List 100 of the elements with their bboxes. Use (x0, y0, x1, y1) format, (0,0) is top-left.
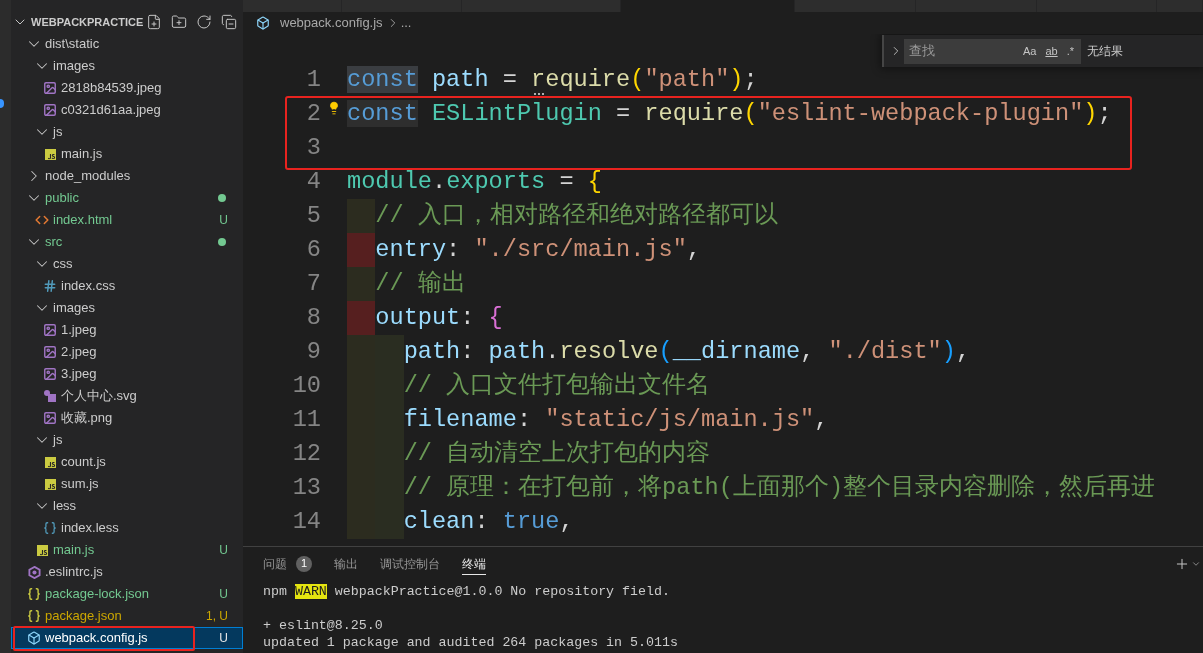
code-text: // 入口文件打包输出文件名 (403, 371, 711, 402)
image-file-icon (43, 81, 57, 95)
line-number: 7 (305, 269, 321, 300)
file-item[interactable]: 3.jpeg (11, 363, 243, 385)
whole-word-toggle[interactable]: ab (1041, 41, 1062, 61)
new-folder-icon[interactable] (171, 14, 187, 30)
terminal-line: updated 1 package and audited 264 packages in 5.011s (263, 634, 678, 651)
find-result-text: 无结果 (1087, 43, 1123, 60)
explorer-section-title: WEBPACKPRACTICE (31, 14, 144, 30)
new-file-icon[interactable] (146, 14, 162, 30)
code-text: // 自动清空上次打包的内容 (403, 439, 711, 470)
panel-tab[interactable]: 终端 (462, 553, 486, 575)
folder-item[interactable]: less (11, 495, 243, 517)
panel-tab[interactable]: 问题 1 (263, 553, 312, 575)
file-item[interactable]: count.js (11, 451, 243, 473)
code-text: // 输出 (375, 269, 466, 300)
image-file-icon (43, 323, 57, 337)
folder-item[interactable]: images (11, 297, 243, 319)
braces-icon (27, 587, 41, 601)
image-file-icon (43, 411, 57, 425)
code-text: path: path.resolve(__dirname, "./dist"), (403, 337, 971, 368)
folder-item[interactable]: images (11, 55, 243, 77)
code-brackets-icon (35, 213, 49, 227)
folder-item[interactable]: public (11, 187, 243, 209)
file-item[interactable]: 个人中心.svg (11, 385, 243, 407)
breadcrumb-item[interactable]: ... (400, 13, 412, 33)
panel-tab[interactable]: 输出 (334, 553, 358, 575)
file-item[interactable]: package-lock.json U (11, 583, 243, 605)
code-text: clean: true, (403, 507, 574, 538)
problem-count: 1 (296, 555, 312, 572)
code-text: entry: "./src/main.js", (375, 235, 701, 266)
file-item[interactable]: index.html U (11, 209, 243, 231)
file-item[interactable]: sum.js (11, 473, 243, 495)
code-text: output: { (375, 303, 503, 334)
braces-icon (43, 521, 57, 535)
braces-icon (27, 609, 41, 623)
line-number: 14 (291, 507, 321, 538)
code-text: module.exports = { (347, 167, 602, 198)
js-file-icon (44, 148, 56, 160)
line-number: 6 (305, 235, 321, 266)
git-status-label: 1, U (206, 608, 228, 625)
js-file-icon (44, 456, 56, 468)
file-item[interactable]: index.css (11, 275, 243, 297)
git-status-label: U (219, 586, 228, 603)
file-item[interactable]: index.less (11, 517, 243, 539)
regex-toggle[interactable]: .* (1062, 41, 1078, 61)
folder-item[interactable]: node_modules (11, 165, 243, 187)
cube-icon (27, 631, 41, 645)
line-number: 1 (305, 65, 321, 96)
svg-file-icon (44, 390, 56, 402)
code-text: const path = require("path"); (347, 65, 758, 96)
git-status-label: U (219, 542, 228, 559)
line-number: 8 (305, 303, 321, 334)
image-file-icon (43, 103, 57, 117)
badge-icon (0, 99, 4, 108)
line-number: 9 (305, 337, 321, 368)
line-number: 13 (291, 473, 321, 504)
hexagon-ring-icon (27, 565, 41, 579)
file-item[interactable]: webpack.config.js U (11, 627, 243, 649)
file-item[interactable]: 2818b84539.jpeg (11, 77, 243, 99)
file-item[interactable]: package.json 1, U (11, 605, 243, 627)
file-item[interactable]: main.js (11, 143, 243, 165)
code-text: const ESLintPlugin = require("eslint-webpack-plugin"); (347, 99, 1112, 130)
terminal-line: npm WARN webpackPractice@1.0.0 No repository field. (263, 583, 670, 600)
lightbulb-icon[interactable] (327, 101, 341, 115)
file-item[interactable]: .eslintrc.js (11, 561, 243, 583)
collapse-all-icon[interactable] (221, 14, 237, 30)
line-number: 12 (291, 439, 321, 470)
cube-icon (256, 16, 270, 30)
line-number: 3 (305, 133, 321, 164)
folder-item[interactable]: src (11, 231, 243, 253)
code-text: filename: "static/js/main.js", (403, 405, 829, 436)
folder-item[interactable]: js (11, 429, 243, 451)
image-file-icon (43, 367, 57, 381)
panel-tab[interactable]: 调试控制台 (380, 553, 440, 575)
file-item[interactable]: main.js U (11, 539, 243, 561)
file-item[interactable]: 收藏.png (11, 407, 243, 429)
js-file-icon (44, 478, 56, 490)
file-item[interactable]: c0321d61aa.jpeg (11, 99, 243, 121)
line-number: 2 (305, 99, 321, 130)
folder-item[interactable]: dist\static (11, 33, 243, 55)
code-text: // 入口，相对路径和绝对路径都可以 (375, 201, 778, 232)
line-number: 10 (291, 371, 321, 402)
folder-item[interactable]: css (11, 253, 243, 275)
line-number: 11 (291, 405, 321, 436)
line-number: 5 (305, 201, 321, 232)
find-input[interactable]: 查找 Aa ab .* (904, 38, 1081, 64)
terminal-line: + eslint@8.25.0 (263, 617, 383, 634)
folder-item[interactable]: js (11, 121, 243, 143)
git-status-label: U (219, 212, 228, 229)
image-file-icon (43, 345, 57, 359)
breadcrumb-item[interactable]: webpack.config.js (256, 13, 383, 33)
refresh-icon[interactable] (196, 14, 212, 30)
js-file-icon (36, 544, 48, 556)
git-status-label: U (219, 630, 228, 647)
add-terminal-icon[interactable] (1174, 556, 1190, 572)
file-item[interactable]: 2.jpeg (11, 341, 243, 363)
match-case-toggle[interactable]: Aa (1018, 41, 1041, 61)
hash-icon (43, 279, 57, 293)
file-item[interactable]: 1.jpeg (11, 319, 243, 341)
